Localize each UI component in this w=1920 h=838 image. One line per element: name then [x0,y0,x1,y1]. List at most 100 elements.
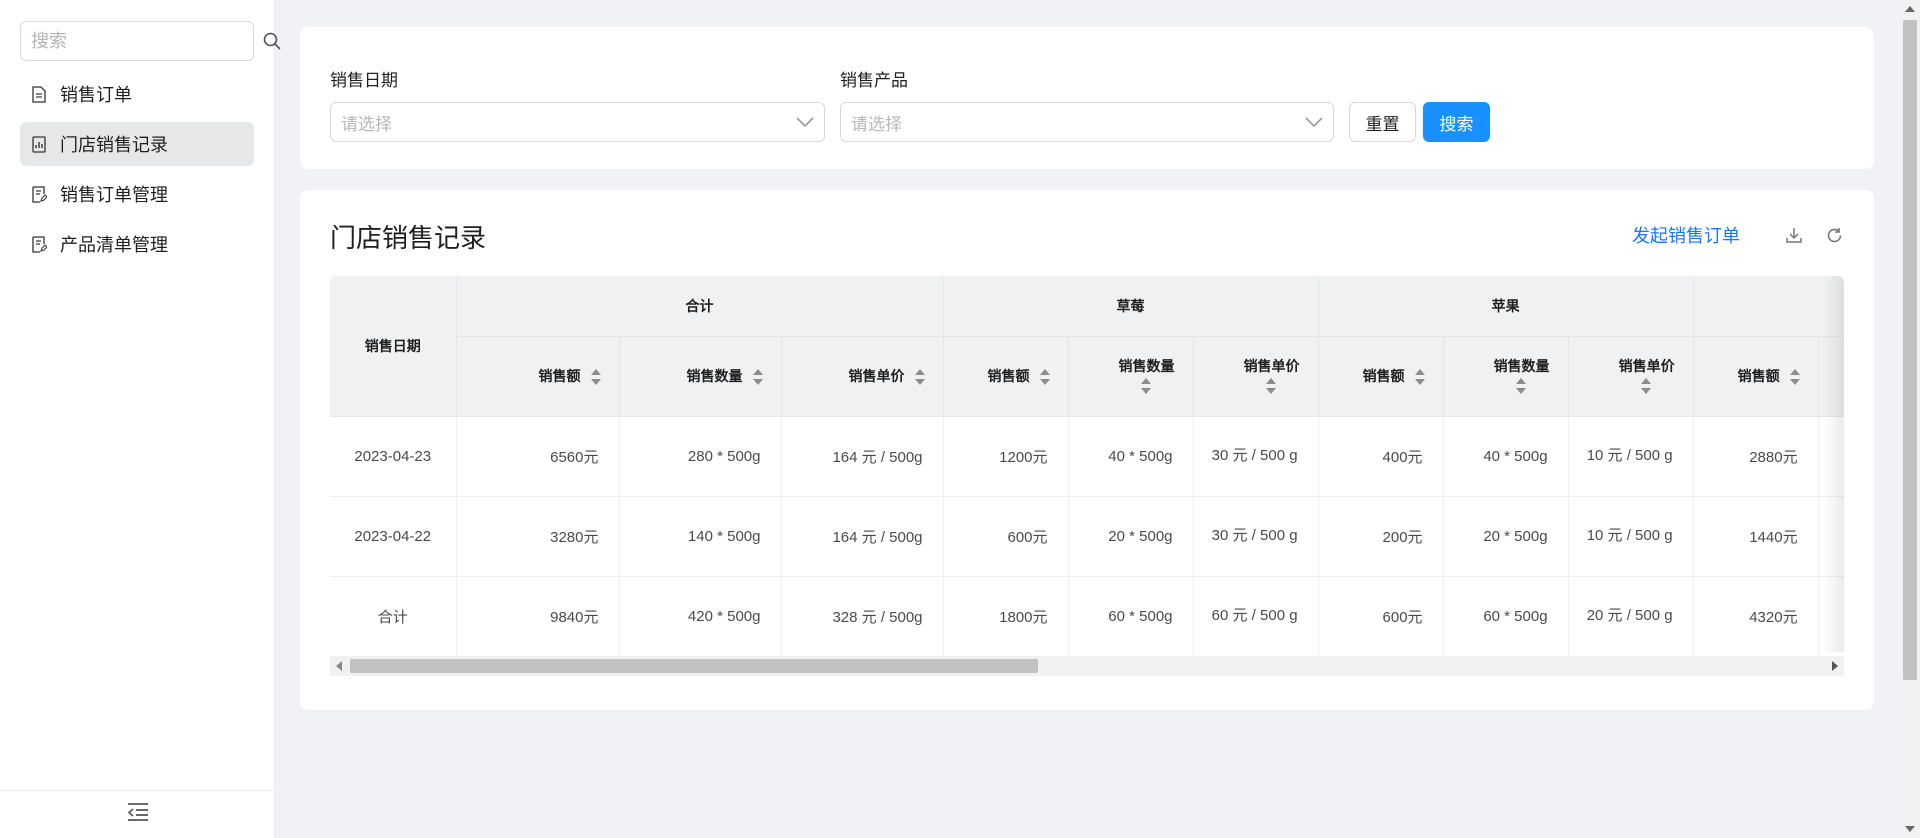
scroll-up-arrow-icon[interactable] [1905,6,1915,12]
sort-icon[interactable] [590,368,601,386]
cell-total-amount: 9840元 [456,576,620,657]
sidebar-item-sales-order[interactable]: 销售订单 [20,72,254,116]
cell-apple-unit-price: 10 元 / 500 g [1568,496,1694,577]
reset-button[interactable]: 重置 [1349,102,1416,142]
sale-date-select[interactable]: 请选择 [330,102,825,142]
header-label: 销售额 [1362,367,1405,384]
header-label: 销售额 [1737,367,1780,384]
sidebar-item-product-list-management[interactable]: 产品清单管理 [20,222,254,266]
sidebar-search-box[interactable] [20,21,281,61]
sidebar-item-label: 销售订单管理 [60,185,168,205]
sale-product-select[interactable]: 请选择 [840,102,1334,142]
page-title: 门店销售记录 [330,223,487,253]
cell-apple-quantity: 60 * 500g [1443,576,1569,657]
scroll-left-arrow-icon[interactable] [336,661,342,671]
cell-strawberry-amount: 600元 [943,496,1069,577]
sidebar-search-input[interactable] [31,30,263,52]
header-label: 销售额 [538,367,581,384]
cell-strawberry-unit-price: 30 元 / 500 g [1193,496,1319,577]
cell-total-unit-price: 164 元 / 500g [781,496,944,577]
cell-strawberry-unit-price: 60 元 / 500 g [1193,576,1319,657]
sales-table: 销售日期 合计 草莓 苹果 销售额 销售数量 销售单价 销售额 销售数量 销售单… [330,276,1844,657]
sidebar-footer [0,790,275,838]
sort-icon[interactable] [1515,377,1526,395]
sidebar: 销售订单 门店销售记录 销售订单管理 产品清单管理 [0,0,281,838]
cell-next-amount: 1440元 [1693,496,1819,577]
scrollbar-thumb[interactable] [350,659,1038,673]
search-icon[interactable] [263,31,281,51]
sale-date-label: 销售日期 [330,71,398,90]
column-header-total-amount[interactable]: 销售额 [456,336,620,417]
cell-total-quantity: 140 * 500g [619,496,782,577]
chevron-down-icon [1305,117,1323,127]
table-row: 2023-04-22 3280元 140 * 500g 164 元 / 500g… [330,496,1844,577]
cell-date: 2023-04-23 [330,416,457,497]
sidebar-item-label: 销售订单 [60,85,132,105]
column-header-apple-amount[interactable]: 销售额 [1318,336,1444,417]
sale-product-label: 销售产品 [840,71,908,90]
cell-total-amount: 3280元 [456,496,620,577]
page-vertical-scrollbar[interactable] [1900,0,1920,838]
column-header-strawberry-unit-price[interactable]: 销售单价 [1193,336,1319,417]
column-header-apple-quantity[interactable]: 销售数量 [1443,336,1569,417]
sort-icon[interactable] [914,368,925,386]
sort-icon[interactable] [1039,368,1050,386]
cell-strawberry-quantity: 40 * 500g [1068,416,1194,497]
table-horizontal-scrollbar[interactable] [330,656,1844,676]
scroll-right-arrow-icon[interactable] [1832,661,1838,671]
fixed-column-shadow [1822,276,1844,652]
sort-icon[interactable] [1265,377,1276,395]
table-row: 2023-04-23 6560元 280 * 500g 164 元 / 500g… [330,416,1844,497]
column-header-strawberry-quantity[interactable]: 销售数量 [1068,336,1194,417]
header-label: 销售额 [987,367,1030,384]
chevron-down-icon [796,117,814,127]
header-label: 销售数量 [1493,358,1550,374]
refresh-icon[interactable] [1824,225,1844,245]
sort-icon[interactable] [1414,368,1425,386]
cell-apple-quantity: 40 * 500g [1443,416,1569,497]
sale-date-placeholder: 请选择 [341,114,392,134]
collapse-menu-icon[interactable] [126,802,150,827]
sort-icon[interactable] [1140,377,1151,395]
sort-icon[interactable] [1789,368,1800,386]
document-icon [32,85,48,103]
sidebar-item-store-sales-record[interactable]: 门店销售记录 [20,122,254,166]
cell-date: 2023-04-22 [330,496,457,577]
cell-apple-unit-price: 10 元 / 500 g [1568,416,1694,497]
column-header-total-unit-price[interactable]: 销售单价 [781,336,944,417]
cell-next-amount: 4320元 [1693,576,1819,657]
create-sales-order-link[interactable]: 发起销售订单 [1632,222,1740,248]
column-header-apple-unit-price[interactable]: 销售单价 [1568,336,1694,417]
sort-icon[interactable] [752,368,763,386]
sidebar-item-sales-order-management[interactable]: 销售订单管理 [20,172,254,216]
cell-apple-amount: 400元 [1318,416,1444,497]
header-label: 销售数量 [1118,358,1175,374]
group-header-strawberry: 草莓 [943,276,1319,337]
cell-apple-quantity: 20 * 500g [1443,496,1569,577]
header-label: 销售单价 [1618,358,1675,374]
document-edit-icon [32,235,48,253]
sidebar-item-label: 门店销售记录 [60,135,168,155]
cell-strawberry-quantity: 60 * 500g [1068,576,1194,657]
header-label: 销售单价 [1243,358,1300,374]
sale-product-placeholder: 请选择 [851,114,902,134]
scrollbar-thumb[interactable] [1903,20,1917,680]
cell-total-quantity: 280 * 500g [619,416,782,497]
chart-report-icon [32,135,48,153]
cell-strawberry-amount: 1200元 [943,416,1069,497]
column-header-total-quantity[interactable]: 销售数量 [619,336,782,417]
sort-icon[interactable] [1640,377,1651,395]
header-label: 销售单价 [848,367,905,384]
sidebar-nav: 销售订单 门店销售记录 销售订单管理 产品清单管理 [20,72,254,272]
cell-total-unit-price: 328 元 / 500g [781,576,944,657]
cell-total-amount: 6560元 [456,416,620,497]
cell-strawberry-amount: 1800元 [943,576,1069,657]
column-header-next-amount[interactable]: 销售额 [1693,336,1819,417]
search-button[interactable]: 搜索 [1423,102,1490,142]
group-header-total: 合计 [456,276,944,337]
download-icon[interactable] [1784,225,1804,245]
column-header-strawberry-amount[interactable]: 销售额 [943,336,1069,417]
sales-record-panel: 门店销售记录 发起销售订单 销售日期 合计 草莓 苹果 销售额 销售数量 销售单… [300,190,1874,710]
cell-apple-unit-price: 20 元 / 500 g [1568,576,1694,657]
scroll-down-arrow-icon[interactable] [1905,826,1915,832]
